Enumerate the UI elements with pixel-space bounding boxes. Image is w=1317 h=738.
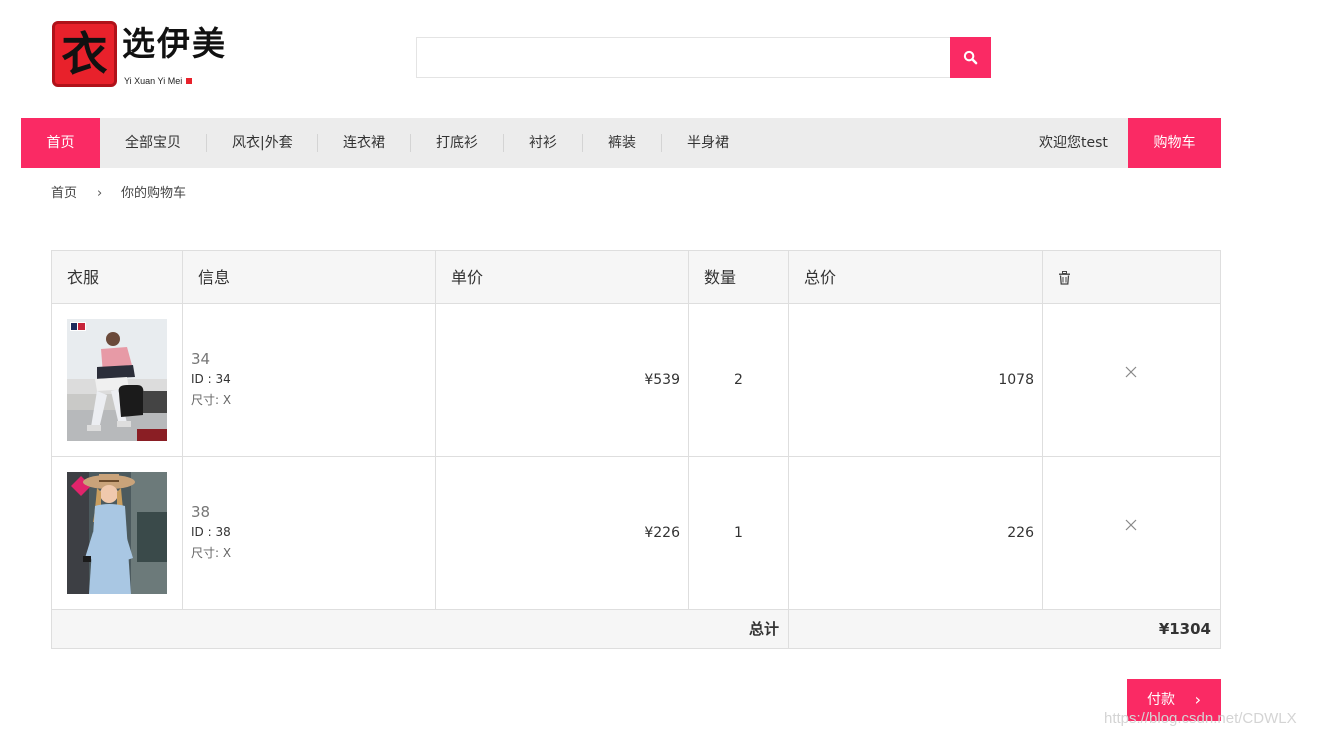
close-icon[interactable] bbox=[1123, 517, 1139, 533]
nav-item-shirts[interactable]: 衬衫 bbox=[529, 118, 557, 168]
table-row-total: 1078 bbox=[789, 304, 1043, 457]
logo-name: 选伊美 bbox=[122, 24, 227, 63]
table-row-quantity: 2 bbox=[689, 304, 789, 457]
breadcrumb-current: 你的购物车 bbox=[121, 186, 187, 201]
unit-price: ¥539 bbox=[644, 372, 680, 388]
pay-button-label: 付款 bbox=[1147, 692, 1175, 708]
table-row-image bbox=[52, 457, 183, 610]
nav-divider bbox=[503, 134, 504, 152]
nav-divider bbox=[206, 134, 207, 152]
watermark: https://blog.csdn.net/CDWLX bbox=[1104, 710, 1297, 727]
product-size: 尺寸: X bbox=[191, 393, 232, 407]
column-header-delete bbox=[1043, 251, 1220, 304]
cart-table: 衣服 信息 单价 数量 总价 34 ID: 34 尺寸: X ¥539 2 1… bbox=[51, 250, 1221, 649]
chevron-right-icon: › bbox=[97, 186, 103, 201]
grand-total-label: 总计 bbox=[52, 610, 789, 648]
close-icon[interactable] bbox=[1123, 364, 1139, 380]
nav-item-skirts[interactable]: 半身裙 bbox=[687, 118, 729, 168]
main-nav: 首页 全部宝贝 风衣|外套 连衣裙 打底衫 衬衫 裤装 半身裙 欢迎您test … bbox=[21, 118, 1221, 168]
search-bar bbox=[416, 37, 991, 78]
table-row-image bbox=[52, 304, 183, 457]
nav-divider bbox=[410, 134, 411, 152]
search-icon bbox=[963, 50, 978, 65]
product-thumbnail[interactable] bbox=[67, 319, 167, 441]
column-header-unit-price: 单价 bbox=[436, 251, 689, 304]
nav-item-dresses[interactable]: 连衣裙 bbox=[343, 118, 385, 168]
table-row-quantity: 1 bbox=[689, 457, 789, 610]
table-row-unit-price: ¥226 bbox=[436, 457, 689, 610]
quantity-value: 2 bbox=[734, 372, 743, 388]
column-header-quantity: 数量 bbox=[689, 251, 789, 304]
quantity-value: 1 bbox=[734, 525, 743, 541]
product-name[interactable]: 34 bbox=[191, 350, 210, 368]
welcome-text[interactable]: 欢迎您test bbox=[1039, 118, 1108, 168]
nav-item-home[interactable]: 首页 bbox=[21, 118, 100, 168]
logo-mark: 衣 bbox=[52, 21, 117, 87]
trash-icon[interactable] bbox=[1058, 271, 1071, 285]
grand-total-amount: ¥1304 bbox=[789, 610, 1220, 648]
table-row-info: 38 ID : 38 尺寸: X bbox=[183, 457, 436, 610]
nav-divider bbox=[582, 134, 583, 152]
search-input[interactable] bbox=[416, 37, 951, 78]
nav-item-basics[interactable]: 打底衫 bbox=[436, 118, 478, 168]
table-row-unit-price: ¥539 bbox=[436, 304, 689, 457]
logo-char: 衣 bbox=[61, 27, 108, 81]
product-id: ID : 38 bbox=[191, 525, 231, 539]
search-button[interactable] bbox=[950, 37, 991, 78]
table-row-info: 34 ID : 34 尺寸: X bbox=[183, 304, 436, 457]
breadcrumb-home[interactable]: 首页 bbox=[51, 185, 77, 203]
table-row-total: 226 bbox=[789, 457, 1043, 610]
nav-item-pants[interactable]: 裤装 bbox=[608, 118, 636, 168]
site-logo[interactable]: 衣 选伊美 Yi Xuan Yi Mei bbox=[52, 21, 237, 89]
nav-divider bbox=[661, 134, 662, 152]
column-header-info: 信息 bbox=[183, 251, 436, 304]
product-name[interactable]: 38 bbox=[191, 503, 210, 521]
product-size: 尺寸: X bbox=[191, 546, 232, 560]
nav-item-all[interactable]: 全部宝贝 bbox=[125, 118, 181, 168]
product-id: ID : 34 bbox=[191, 372, 231, 386]
unit-price: ¥226 bbox=[644, 525, 680, 541]
product-thumbnail[interactable] bbox=[67, 472, 167, 594]
line-total: 226 bbox=[1007, 525, 1034, 541]
column-header-clothes: 衣服 bbox=[52, 251, 183, 304]
column-header-total: 总价 bbox=[789, 251, 1043, 304]
nav-divider bbox=[317, 134, 318, 152]
table-row-remove bbox=[1043, 304, 1220, 457]
nav-item-coats[interactable]: 风衣|外套 bbox=[232, 118, 293, 168]
logo-square bbox=[186, 78, 193, 84]
logo-subtitle-text: Yi Xuan Yi Mei bbox=[124, 76, 183, 86]
logo-subtitle: Yi Xuan Yi Mei bbox=[124, 76, 193, 86]
table-row-remove bbox=[1043, 457, 1220, 610]
line-total: 1078 bbox=[998, 372, 1034, 388]
cart-button[interactable]: 购物车 bbox=[1128, 118, 1221, 168]
